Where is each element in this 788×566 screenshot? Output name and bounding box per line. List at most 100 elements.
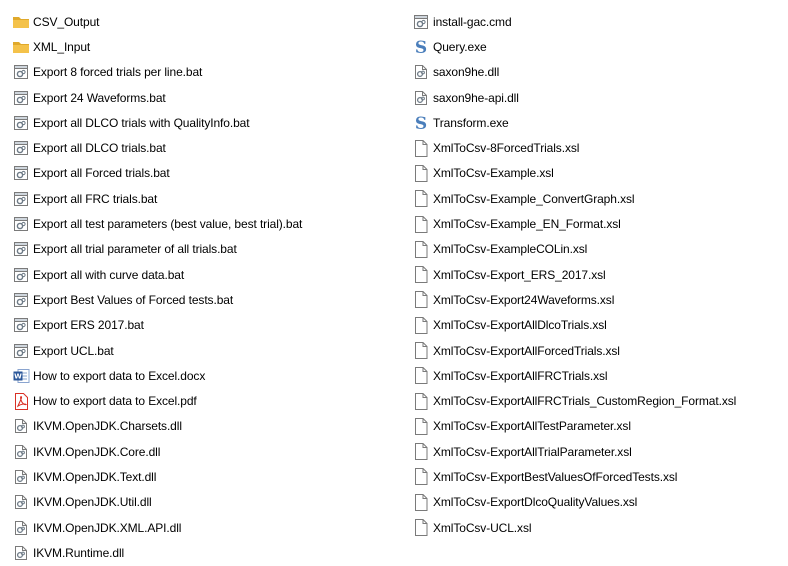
file-item-xmltocsv-exportallfrctrials-xsl[interactable]: XmlToCsv-ExportAllFRCTrials.xsl: [412, 363, 788, 388]
file-item-xml-input[interactable]: XML_Input: [12, 34, 402, 59]
file-item-xmltocsv-exportallforcedtrials-xsl[interactable]: XmlToCsv-ExportAllForcedTrials.xsl: [412, 338, 788, 363]
file-name-label: Export 8 forced trials per line.bat: [33, 65, 203, 80]
file-item-ikvm-openjdk-charsets-dll[interactable]: IKVM.OpenJDK.Charsets.dll: [12, 414, 402, 439]
file-name-label: IKVM.OpenJDK.Charsets.dll: [33, 419, 182, 434]
file-name-label: saxon9he.dll: [433, 65, 500, 80]
batch-file-icon: [12, 266, 30, 284]
file-name-label: XmlToCsv-ExampleCOLin.xsl: [433, 242, 588, 257]
file-item-xmltocsv-exportalltestparameter-xsl[interactable]: XmlToCsv-ExportAllTestParameter.xsl: [412, 414, 788, 439]
file-name-label: XmlToCsv-ExportAllForcedTrials.xsl: [433, 343, 620, 358]
file-item-install-gac-cmd[interactable]: install-gac.cmd: [412, 9, 788, 34]
file-name-label: install-gac.cmd: [433, 14, 512, 29]
file-item-export-all-dlco-trials-with-qualityinfo-bat[interactable]: Export all DLCO trials with QualityInfo.…: [12, 110, 402, 135]
file-name-label: Export all DLCO trials.bat: [33, 141, 166, 156]
file-item-xmltocsv-ucl-xsl[interactable]: XmlToCsv-UCL.xsl: [412, 515, 788, 540]
file-name-label: Export all test parameters (best value, …: [33, 217, 303, 232]
file-item-xmltocsv-8forcedtrials-xsl[interactable]: XmlToCsv-8ForcedTrials.xsl: [412, 135, 788, 160]
blank-file-icon: [412, 266, 430, 284]
blank-file-icon: [412, 316, 430, 334]
blank-file-icon: [412, 443, 430, 461]
file-item-xmltocsv-exportalldlcotrials-xsl[interactable]: XmlToCsv-ExportAllDlcoTrials.xsl: [412, 313, 788, 338]
file-name-label: XmlToCsv-Example_ConvertGraph.xsl: [433, 191, 635, 206]
file-name-label: IKVM.OpenJDK.Text.dll: [33, 469, 157, 484]
file-item-export-all-with-curve-data-bat[interactable]: Export all with curve data.bat: [12, 262, 402, 287]
batch-file-icon: [12, 215, 30, 233]
file-name-label: XmlToCsv-Example_EN_Format.xsl: [433, 217, 621, 232]
folder-icon: [12, 13, 30, 31]
file-name-label: saxon9he-api.dll: [433, 90, 519, 105]
saxon-exe-icon: S: [412, 114, 430, 132]
file-name-label: XmlToCsv-Export_ERS_2017.xsl: [433, 267, 606, 282]
file-item-export-best-values-of-forced-tests-bat[interactable]: Export Best Values of Forced tests.bat: [12, 287, 402, 312]
dll-file-icon: [12, 544, 30, 562]
blank-file-icon: [412, 367, 430, 385]
blank-file-icon: [412, 493, 430, 511]
file-item-export-all-frc-trials-bat[interactable]: Export all FRC trials.bat: [12, 186, 402, 211]
file-item-transform-exe[interactable]: S Transform.exe: [412, 110, 788, 135]
file-name-label: Export 24 Waveforms.bat: [33, 90, 166, 105]
file-name-label: XmlToCsv-8ForcedTrials.xsl: [433, 141, 580, 156]
blank-file-icon: [412, 342, 430, 360]
file-item-saxon9he-api-dll[interactable]: saxon9he-api.dll: [412, 85, 788, 110]
blank-file-icon: [412, 468, 430, 486]
file-name-label: IKVM.OpenJDK.Core.dll: [33, 444, 161, 459]
svg-text:S: S: [415, 114, 427, 132]
file-item-xmltocsv-export24waveforms-xsl[interactable]: XmlToCsv-Export24Waveforms.xsl: [412, 287, 788, 312]
file-item-xmltocsv-example-xsl[interactable]: XmlToCsv-Example.xsl: [412, 161, 788, 186]
file-name-label: XmlToCsv-ExportAllFRCTrials_CustomRegion…: [433, 394, 737, 409]
batch-file-icon: [12, 63, 30, 81]
blank-file-icon: [412, 519, 430, 537]
dll-file-icon: [12, 417, 30, 435]
file-item-export-ucl-bat[interactable]: Export UCL.bat: [12, 338, 402, 363]
file-name-label: How to export data to Excel.docx: [33, 368, 206, 383]
batch-file-icon: [12, 114, 30, 132]
file-item-xmltocsv-export-ers-2017-xsl[interactable]: XmlToCsv-Export_ERS_2017.xsl: [412, 262, 788, 287]
file-item-xmltocsv-example-convertgraph-xsl[interactable]: XmlToCsv-Example_ConvertGraph.xsl: [412, 186, 788, 211]
file-name-label: Transform.exe: [433, 115, 509, 130]
file-name-label: Export UCL.bat: [33, 343, 114, 358]
file-item-saxon9he-dll[interactable]: saxon9he.dll: [412, 60, 788, 85]
file-item-export-24-waveforms-bat[interactable]: Export 24 Waveforms.bat: [12, 85, 402, 110]
batch-file-icon: [12, 291, 30, 309]
file-item-ikvm-runtime-dll[interactable]: IKVM.Runtime.dll: [12, 540, 402, 565]
file-name-label: How to export data to Excel.pdf: [33, 394, 197, 409]
batch-file-icon: [12, 139, 30, 157]
batch-file-icon: [12, 190, 30, 208]
folder-icon: [12, 38, 30, 56]
file-item-xmltocsv-exportallfrctrials-customregion-format-xsl[interactable]: XmlToCsv-ExportAllFRCTrials_CustomRegion…: [412, 388, 788, 413]
file-item-ikvm-openjdk-core-dll[interactable]: IKVM.OpenJDK.Core.dll: [12, 439, 402, 464]
file-item-xmltocsv-exportalltrialparameter-xsl[interactable]: XmlToCsv-ExportAllTrialParameter.xsl: [412, 439, 788, 464]
file-name-label: IKVM.OpenJDK.Util.dll: [33, 495, 152, 510]
file-item-ikvm-openjdk-util-dll[interactable]: IKVM.OpenJDK.Util.dll: [12, 490, 402, 515]
file-item-how-to-export-data-to-excel-pdf[interactable]: How to export data to Excel.pdf: [12, 388, 402, 413]
file-item-csv-output[interactable]: CSV_Output: [12, 9, 402, 34]
file-name-label: CSV_Output: [33, 14, 100, 29]
word-document-icon: W: [12, 367, 30, 385]
file-name-label: Export ERS 2017.bat: [33, 318, 144, 333]
file-name-label: Export all DLCO trials with QualityInfo.…: [33, 115, 250, 130]
file-item-how-to-export-data-to-excel-docx[interactable]: W How to export data to Excel.docx: [12, 363, 402, 388]
dll-file-icon: [412, 63, 430, 81]
file-item-xmltocsv-exportdlcoqualityvalues-xsl[interactable]: XmlToCsv-ExportDlcoQualityValues.xsl: [412, 490, 788, 515]
file-list-column-left: CSV_Output XML_Input Export 8 forced trial…: [12, 9, 402, 566]
file-name-label: XmlToCsv-ExportDlcoQualityValues.xsl: [433, 495, 638, 510]
dll-file-icon: [12, 443, 30, 461]
file-item-query-exe[interactable]: S Query.exe: [412, 34, 788, 59]
file-item-export-all-dlco-trials-bat[interactable]: Export all DLCO trials.bat: [12, 135, 402, 160]
blank-file-icon: [412, 190, 430, 208]
file-name-label: Export all with curve data.bat: [33, 267, 185, 282]
file-item-export-ers-2017-bat[interactable]: Export ERS 2017.bat: [12, 313, 402, 338]
file-item-xmltocsv-examplecolin-xsl[interactable]: XmlToCsv-ExampleCOLin.xsl: [412, 237, 788, 262]
file-item-ikvm-openjdk-xml-api-dll[interactable]: IKVM.OpenJDK.XML.API.dll: [12, 515, 402, 540]
file-name-label: XmlToCsv-ExportAllTestParameter.xsl: [433, 419, 631, 434]
file-item-xmltocsv-exportbestvaluesofforcedtests-xsl[interactable]: XmlToCsv-ExportBestValuesOfForcedTests.x…: [412, 464, 788, 489]
dll-file-icon: [412, 89, 430, 107]
file-item-ikvm-openjdk-text-dll[interactable]: IKVM.OpenJDK.Text.dll: [12, 464, 402, 489]
file-item-export-all-trial-parameter-of-all-trials-bat[interactable]: Export all trial parameter of all trials…: [12, 237, 402, 262]
file-item-export-8-forced-trials-per-line-bat[interactable]: Export 8 forced trials per line.bat: [12, 60, 402, 85]
file-item-export-all-test-parameters-best-value-best-trial-bat[interactable]: Export all test parameters (best value, …: [12, 211, 402, 236]
file-item-xmltocsv-example-en-format-xsl[interactable]: XmlToCsv-Example_EN_Format.xsl: [412, 211, 788, 236]
file-name-label: Export Best Values of Forced tests.bat: [33, 292, 234, 307]
file-list-column-right: install-gac.cmd S Query.exe saxon9he.dll sax…: [412, 9, 788, 540]
file-item-export-all-forced-trials-bat[interactable]: Export all Forced trials.bat: [12, 161, 402, 186]
